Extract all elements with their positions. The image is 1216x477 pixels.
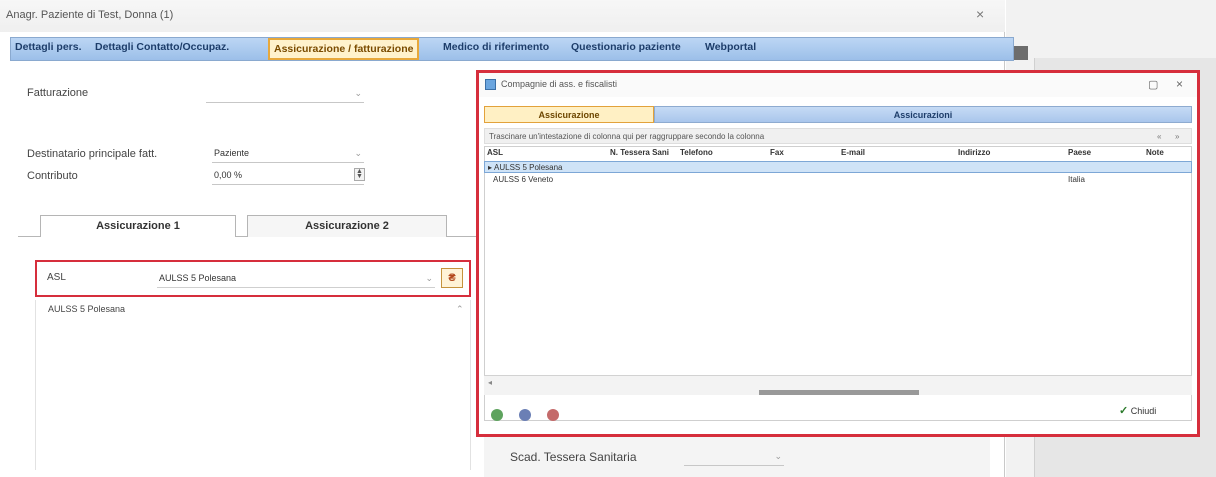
contributo-stepper[interactable]: ▲ ▼ (354, 168, 365, 181)
collapse-icon[interactable]: « (1157, 132, 1161, 141)
close-icon[interactable]: × (1176, 77, 1183, 91)
horizontal-scrollbar[interactable]: ◂ (484, 375, 1192, 395)
column-header-tessera[interactable]: N. Tessera Sani (610, 148, 669, 157)
fatturazione-select[interactable]: ⌄ (206, 85, 364, 103)
tab-assicurazione-1[interactable]: Assicurazione 1 (40, 215, 236, 237)
tab-assicurazioni[interactable]: Assicurazioni (654, 106, 1192, 123)
maximize-icon[interactable]: ▢ (1148, 78, 1158, 91)
row-indicator-icon: ▸ (488, 163, 493, 172)
scad-tessera-input[interactable]: ⌄ (684, 448, 784, 466)
close-dialog-label: Chiudi (1130, 406, 1157, 416)
check-icon: ✓ (1119, 405, 1129, 417)
column-header-paese[interactable]: Paese (1068, 148, 1091, 157)
app-icon (485, 79, 496, 90)
destinatario-label: Destinatario principale fatt. (27, 148, 158, 160)
destinatario-select[interactable]: Paziente ⌄ (212, 145, 364, 163)
column-header-indirizzo[interactable]: Indirizzo (958, 148, 990, 157)
table-row[interactable]: AULSS 6 Veneto Italia (484, 174, 1192, 186)
column-header-email[interactable]: E-mail (841, 148, 865, 157)
tab-dettagli-pers[interactable]: Dettagli pers. (15, 41, 82, 53)
contributo-value: 0,00 % (214, 170, 243, 180)
tab-questionario-paziente[interactable]: Questionario paziente (571, 41, 681, 53)
tab-medico-riferimento[interactable]: Medico di riferimento (443, 41, 549, 53)
chevron-down-icon: ⌄ (425, 273, 433, 283)
delete-icon[interactable] (547, 409, 559, 421)
main-tab-bar: Dettagli pers. Dettagli Contatto/Occupaz… (10, 37, 1014, 61)
asl-label: ASL (47, 272, 66, 283)
asl-selector-highlight: ASL AULSS 5 Polesana ⌄ ₴ (35, 260, 471, 297)
tab-assicurazione-2[interactable]: Assicurazione 2 (247, 215, 447, 237)
asl-lookup-button[interactable]: ₴ (441, 268, 463, 288)
tab-webportal[interactable]: Webportal (705, 41, 756, 53)
table-row[interactable]: ▸ AULSS 5 Polesana (484, 161, 1192, 173)
group-by-hint-bar[interactable]: Trascinare un'intestazione di colonna qu… (484, 128, 1192, 144)
asl-value: AULSS 5 Polesana (159, 273, 237, 283)
column-header-fax[interactable]: Fax (770, 148, 784, 157)
cell-asl: AULSS 6 Veneto (493, 175, 554, 184)
insurance-companies-dialog: Compagnie di ass. e fiscalisti ▢ × Assic… (476, 70, 1200, 437)
scroll-up-icon[interactable]: ⌃ (456, 304, 464, 315)
chevron-down-icon: ⌄ (774, 451, 782, 461)
fatturazione-label: Fatturazione (27, 87, 89, 99)
contributo-input[interactable]: 0,00 % (212, 167, 364, 185)
close-dialog-button[interactable]: ✓ Chiudi (1119, 404, 1156, 417)
add-icon[interactable] (491, 409, 503, 421)
scad-tessera-label: Scad. Tessera Sanitaria (510, 450, 637, 464)
cell-paese: Italia (1068, 175, 1085, 184)
chevron-down-icon: ⌄ (354, 88, 362, 98)
asl-dropdown-list: AULSS 5 Polesana ⌃ (35, 300, 471, 470)
expand-icon[interactable]: » (1175, 132, 1179, 141)
dialog-titlebar: Compagnie di ass. e fiscalisti ▢ × (479, 73, 1197, 97)
dialog-title: Compagnie di ass. e fiscalisti (501, 79, 618, 89)
scroll-left-icon[interactable]: ◂ (488, 378, 492, 387)
asl-lookup-icon: ₴ (448, 272, 456, 284)
group-by-hint: Trascinare un'intestazione di colonna qu… (489, 132, 765, 141)
close-icon[interactable]: × (976, 6, 984, 22)
column-header-telefono[interactable]: Telefono (680, 148, 713, 157)
tab-assicurazione-fatturazione[interactable]: Assicurazione / fatturazione (268, 38, 420, 60)
contributo-label: Contributo (27, 170, 78, 182)
background-control (1014, 46, 1028, 60)
grid-header: ASL N. Tessera Sani Telefono Fax E-mail … (484, 146, 1192, 160)
chevron-down-icon: ⌄ (354, 148, 362, 158)
edit-icon[interactable] (519, 409, 531, 421)
asl-list-item[interactable]: AULSS 5 Polesana (48, 304, 125, 314)
tab-dettagli-contatto[interactable]: Dettagli Contatto/Occupaz. (95, 41, 229, 53)
cell-asl: AULSS 5 Polesana (494, 163, 563, 172)
scrollbar-thumb[interactable] (759, 390, 919, 395)
destinatario-value: Paziente (214, 148, 250, 158)
asl-select[interactable]: AULSS 5 Polesana ⌄ (157, 270, 435, 288)
window-title: Anagr. Paziente di Test, Donna (1) (6, 9, 174, 21)
column-header-asl[interactable]: ASL (487, 148, 503, 157)
window-titlebar: Anagr. Paziente di Test, Donna (1) × (0, 0, 1005, 32)
column-header-note[interactable]: Note (1146, 148, 1164, 157)
tab-assicurazione[interactable]: Assicurazione (484, 106, 654, 123)
lower-panel: Scad. Tessera Sanitaria ⌄ (484, 436, 990, 477)
